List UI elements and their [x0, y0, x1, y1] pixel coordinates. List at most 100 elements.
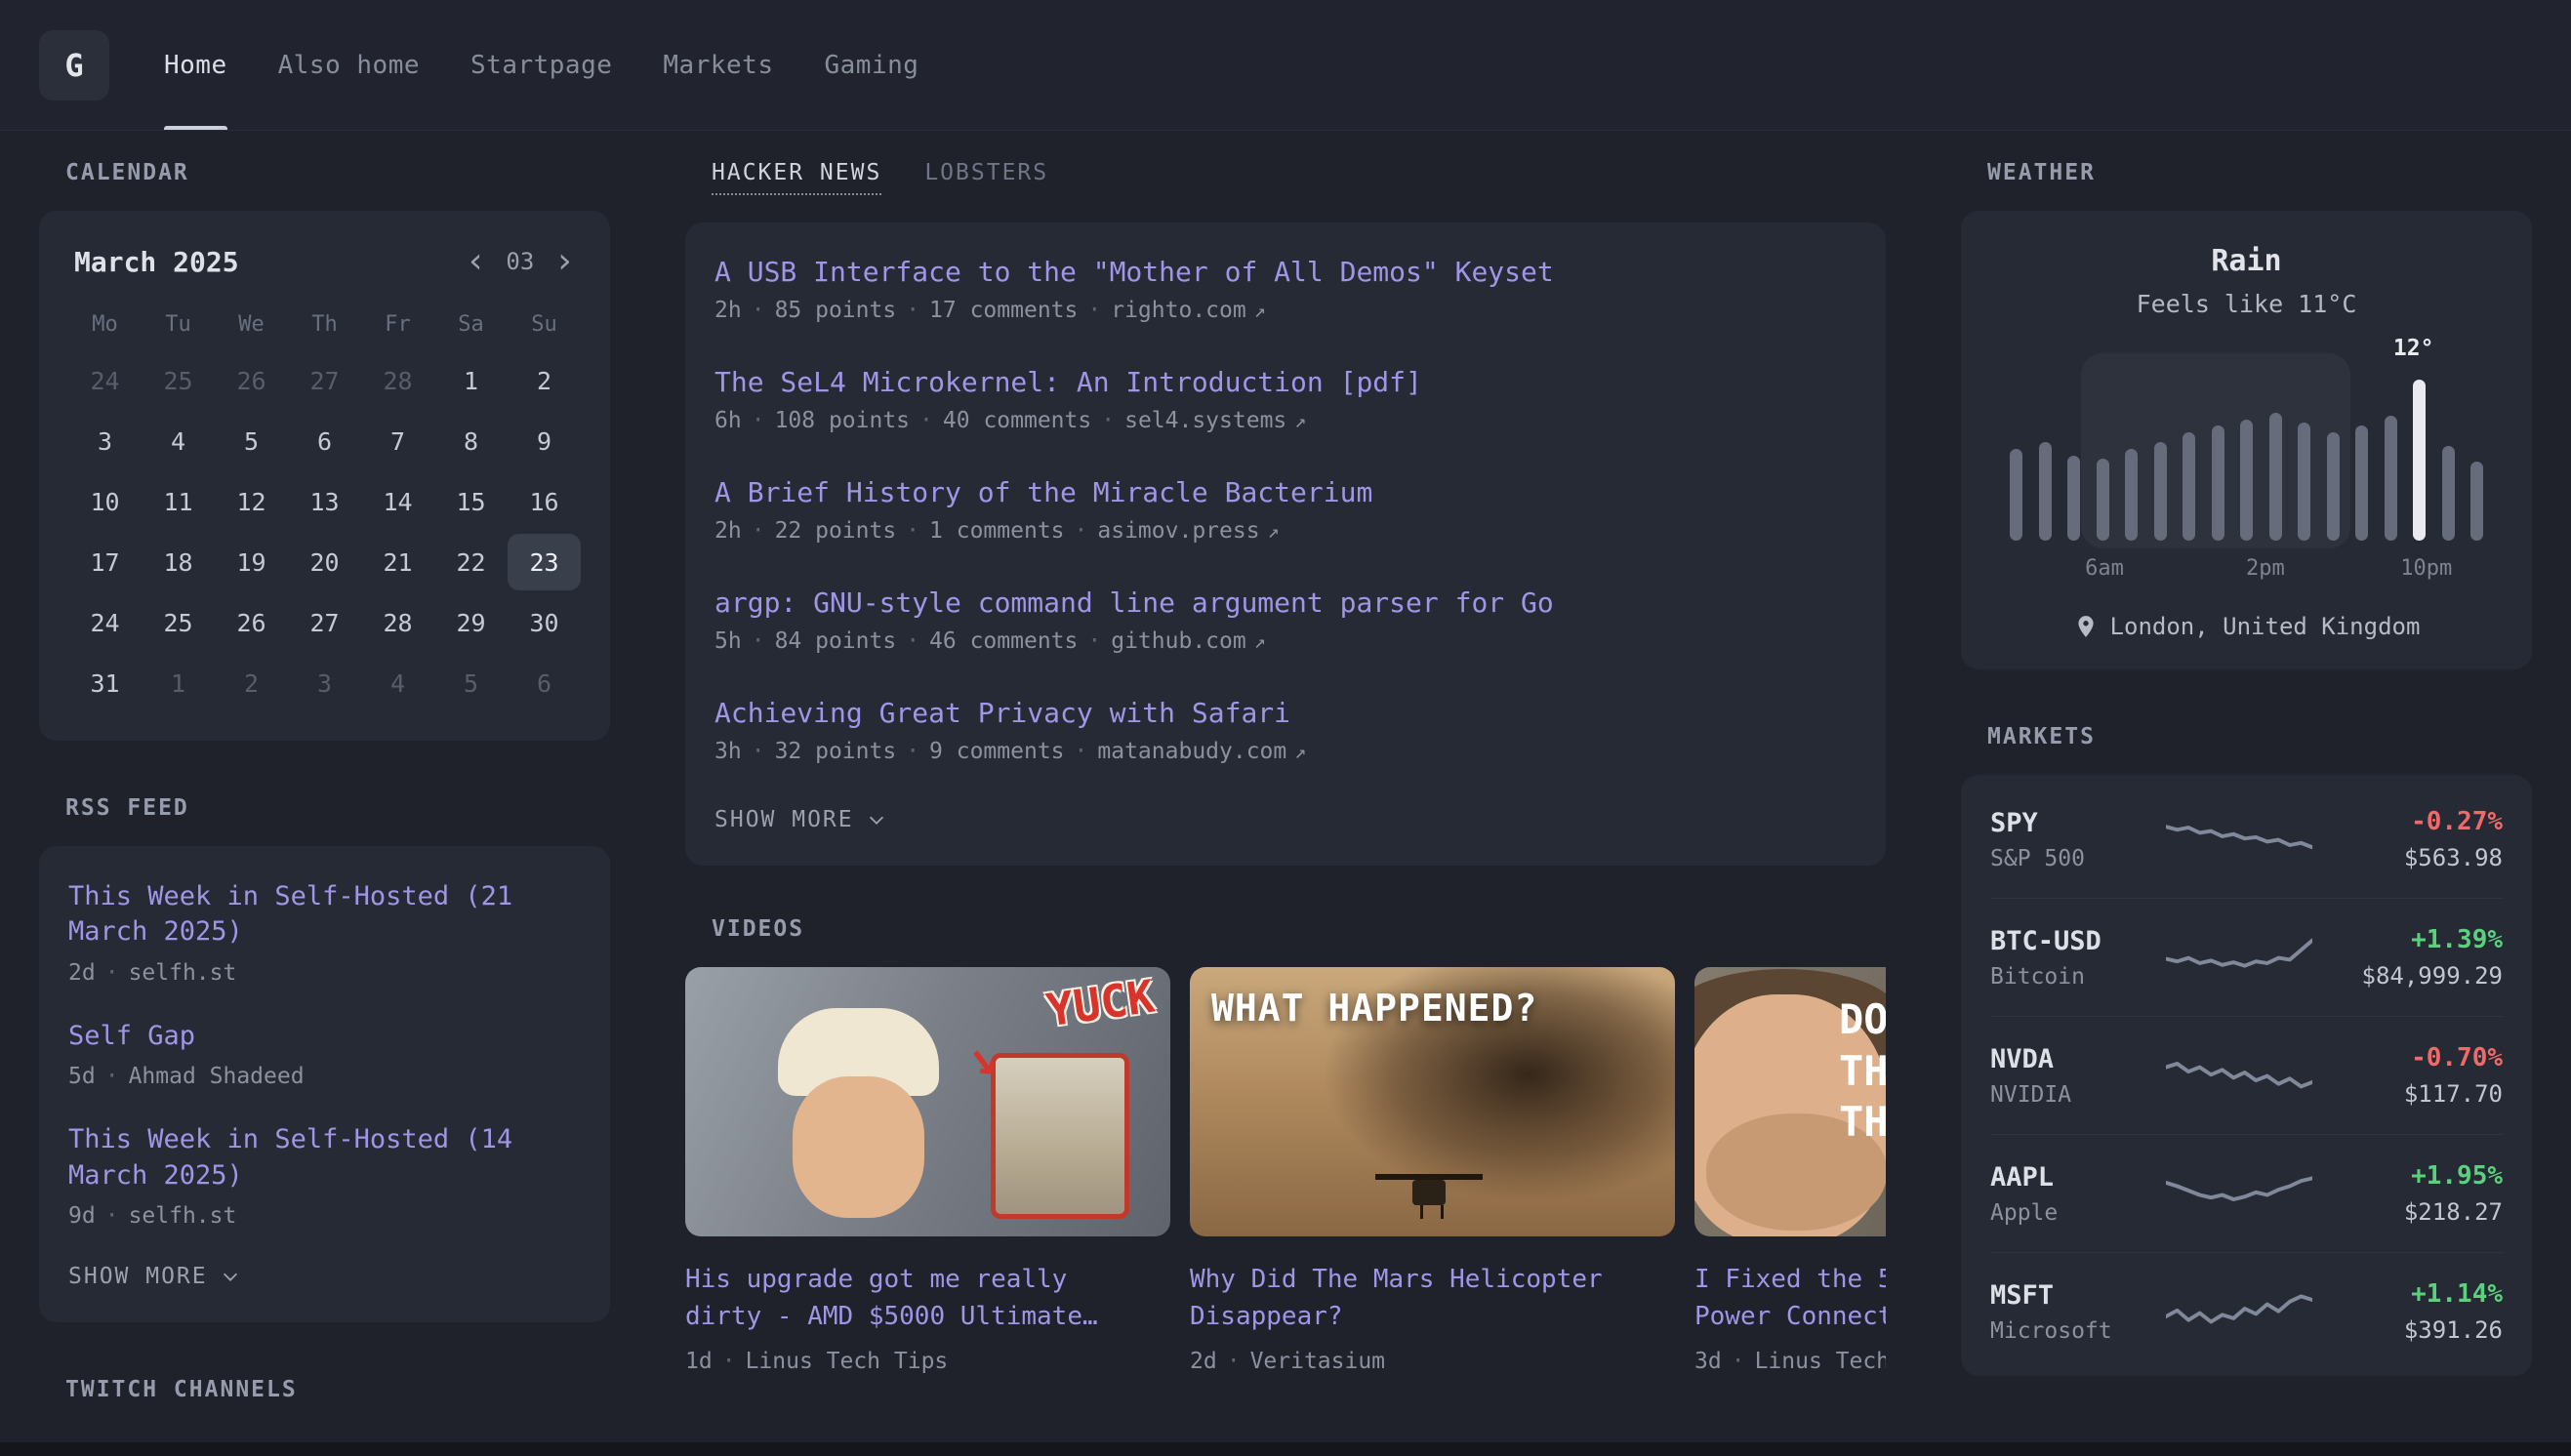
tab-lobsters[interactable]: LOBSTERS	[924, 160, 1048, 195]
weather-bar	[2125, 449, 2138, 541]
nav-tab-startpage[interactable]: Startpage	[470, 0, 612, 130]
news-item-age: 2h	[714, 298, 742, 323]
sparkline-chart	[2166, 931, 2312, 984]
news-item-title[interactable]: A Brief History of the Miracle Bacterium	[714, 476, 1857, 508]
calendar-month-number: 03	[506, 248, 534, 275]
thumbnail-overlay-text: DO TH TH	[1839, 994, 1886, 1149]
rss-item-source: selfh.st	[129, 960, 237, 986]
news-item-title[interactable]: The SeL4 Microkernel: An Introduction [p…	[714, 366, 1857, 398]
market-values: -0.27%$563.98	[2312, 807, 2503, 871]
calendar-card: March 2025 ‹ 03 › MoTuWeThFrSaSu 2425262…	[39, 211, 610, 741]
calendar-day: 2	[215, 655, 288, 711]
rss-heading: RSS FEED	[65, 795, 610, 821]
dashboard: CALENDAR March 2025 ‹ 03 › MoTuWeThFrSaS…	[0, 131, 2571, 1431]
market-price: $84,999.29	[2312, 962, 2503, 990]
weather-card: Rain Feels like 11°C 12° 6am2pm10pm Lond…	[1961, 211, 2532, 669]
calendar-day: 19	[215, 534, 288, 590]
calendar-day: 1	[142, 655, 215, 711]
news-show-more-button[interactable]: SHOW MORE	[714, 807, 1857, 832]
sparkline-chart	[2166, 1049, 2312, 1102]
nav-tab-home[interactable]: Home	[164, 0, 227, 130]
weather-time-labels: 6am2pm10pm	[2010, 556, 2483, 586]
rss-item-title[interactable]: Self Gap	[68, 1019, 581, 1054]
news-item-comments: 40 comments	[943, 408, 1091, 433]
video-title[interactable]: Why Did The Mars Helicopter Disappear?	[1190, 1262, 1675, 1335]
app-logo[interactable]: G	[39, 30, 109, 101]
calendar-day: 18	[142, 534, 215, 590]
external-link-icon: ↗	[1294, 409, 1306, 432]
weather-widget: WEATHER Rain Feels like 11°C 12° 6am2pm1…	[1961, 160, 2532, 669]
video-title[interactable]: His upgrade got me really dirty - AMD $5…	[685, 1262, 1170, 1335]
market-ticker: BTC-USD	[1990, 926, 2166, 956]
news-item-title[interactable]: A USB Interface to the "Mother of All De…	[714, 256, 1857, 288]
market-change: +1.14%	[2312, 1279, 2503, 1309]
markets-list: SPYS&P 500-0.27%$563.98BTC-USDBitcoin+1.…	[1961, 775, 2532, 1376]
market-ticker: SPY	[1990, 808, 2166, 838]
news-item-points: 108 points	[775, 408, 910, 433]
chevron-down-icon	[866, 809, 887, 830]
external-link-icon: ↗	[1268, 519, 1280, 543]
calendar-day: 28	[361, 594, 434, 651]
calendar-day: 24	[68, 594, 142, 651]
video-meta: 2d·Veritasium	[1190, 1349, 1675, 1374]
calendar-day: 4	[361, 655, 434, 711]
rss-item-title[interactable]: This Week in Self-Hosted (21 March 2025)	[68, 879, 581, 950]
calendar-day: 8	[434, 413, 508, 469]
nav-tab-markets[interactable]: Markets	[663, 0, 773, 130]
nav-tab-gaming[interactable]: Gaming	[824, 0, 918, 130]
video-thumbnail[interactable]: WHAT HAPPENED?	[1190, 967, 1675, 1236]
market-name: Microsoft	[1990, 1318, 2166, 1344]
market-ticker: NVDA	[1990, 1044, 2166, 1074]
chevron-right-icon[interactable]: ›	[553, 244, 575, 279]
weather-bar	[2183, 432, 2195, 541]
twitch-heading: TWITCH CHANNELS	[65, 1377, 610, 1402]
weather-time-label: 10pm	[2400, 556, 2452, 581]
external-link-icon: ↗	[1254, 299, 1266, 322]
weather-bar	[2097, 459, 2109, 541]
chevron-left-icon[interactable]: ‹	[466, 244, 487, 279]
videos-heading: VIDEOS	[712, 916, 1886, 942]
calendar-day-selected: 23	[508, 534, 581, 590]
news-item-source: github.com	[1111, 628, 1245, 654]
external-link-icon: ↗	[1294, 740, 1306, 763]
calendar-day: 9	[508, 413, 581, 469]
video-thumbnail[interactable]: ↘YUCK	[685, 967, 1170, 1236]
market-row-aapl[interactable]: AAPLApple+1.95%$218.27	[1990, 1134, 2503, 1252]
left-column: CALENDAR March 2025 ‹ 03 › MoTuWeThFrSaS…	[39, 160, 610, 1431]
market-values: +1.39%$84,999.29	[2312, 925, 2503, 990]
market-ticker: AAPL	[1990, 1162, 2166, 1193]
market-row-msft[interactable]: MSFTMicrosoft+1.14%$391.26	[1990, 1252, 2503, 1370]
calendar-day: 27	[288, 594, 361, 651]
market-values: +1.14%$391.26	[2312, 1279, 2503, 1344]
news-item-title[interactable]: Achieving Great Privacy with Safari	[714, 697, 1857, 729]
market-row-nvda[interactable]: NVDANVIDIA-0.70%$117.70	[1990, 1016, 2503, 1134]
calendar-day: 26	[215, 594, 288, 651]
calendar-day: 7	[361, 413, 434, 469]
rss-item-title[interactable]: This Week in Self-Hosted (14 March 2025)	[68, 1122, 581, 1193]
video-title[interactable]: I Fixed the 5090 Power Connector…	[1694, 1262, 1886, 1335]
separator-dot: ·	[1227, 1349, 1241, 1374]
nav-tab-also-home[interactable]: Also home	[278, 0, 420, 130]
calendar-day: 20	[288, 534, 361, 590]
weather-condition: Rain	[2000, 244, 2493, 278]
news-item-title[interactable]: argp: GNU-style command line argument pa…	[714, 586, 1857, 619]
calendar-day: 15	[434, 473, 508, 530]
market-price: $117.70	[2312, 1080, 2503, 1108]
market-row-spy[interactable]: SPYS&P 500-0.27%$563.98	[1990, 781, 2503, 898]
rss-show-more-button[interactable]: SHOW MORE	[68, 1264, 581, 1289]
calendar-day: 13	[288, 473, 361, 530]
weather-heading: WEATHER	[1987, 160, 2532, 185]
news-item-points: 85 points	[775, 298, 897, 323]
separator-dot: ·	[906, 298, 919, 323]
calendar-day: 25	[142, 352, 215, 409]
news-item-meta: 5h·84 points·46 comments·github.com↗	[714, 628, 1857, 654]
weather-bar	[2385, 416, 2397, 541]
news-item-age: 2h	[714, 518, 742, 544]
video-channel: Linus Tech Tips	[746, 1349, 949, 1374]
weather-bar	[2039, 442, 2052, 541]
market-row-btc-usd[interactable]: BTC-USDBitcoin+1.39%$84,999.29	[1990, 898, 2503, 1016]
market-change: -0.70%	[2312, 1043, 2503, 1072]
tab-hacker-news[interactable]: HACKER NEWS	[712, 160, 881, 195]
weather-time-label: 2pm	[2246, 556, 2285, 581]
video-thumbnail[interactable]: DO TH TH	[1694, 967, 1886, 1236]
